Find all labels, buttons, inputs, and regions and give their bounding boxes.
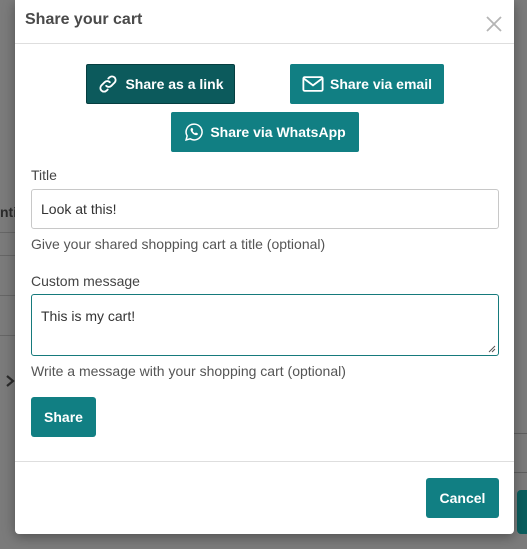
title-input[interactable]: Look at this! [31,189,499,229]
cancel-button[interactable]: Cancel [426,478,499,518]
share-via-email-label: Share via email [330,76,432,92]
background-button-fragment [517,490,527,534]
custom-message-value: This is my cart! [41,308,136,324]
whatsapp-icon [185,123,204,141]
footer-divider [15,461,514,462]
custom-message-hint: Write a message with your shopping cart … [31,363,346,379]
background-divider [0,295,15,296]
cancel-button-label: Cancel [439,490,486,506]
resize-handle-icon[interactable] [488,345,496,353]
modal-title: Share your cart [25,11,143,28]
share-via-whatsapp-label: Share via WhatsApp [210,124,346,140]
background-divider [0,255,15,256]
background-input-fragment [513,433,527,473]
share-as-link-label: Share as a link [125,76,224,92]
title-label: Title [31,167,57,183]
share-as-link-button[interactable]: Share as a link [86,64,235,104]
close-icon[interactable] [484,14,504,34]
modal-header: Share your cart [15,0,514,44]
share-cart-modal: Share your cart Share as a link Share vi… [15,0,514,534]
mail-icon [302,76,324,92]
share-via-whatsapp-button[interactable]: Share via WhatsApp [171,112,359,152]
title-input-value: Look at this! [41,201,117,217]
share-via-email-button[interactable]: Share via email [290,64,444,104]
title-hint: Give your shared shopping cart a title (… [31,236,326,252]
share-button[interactable]: Share [31,397,96,437]
custom-message-label: Custom message [31,273,140,289]
custom-message-textarea[interactable]: This is my cart! [31,294,499,356]
background-divider [0,335,15,336]
link-icon [99,75,118,93]
background-divider [0,232,15,233]
share-button-label: Share [44,409,83,425]
